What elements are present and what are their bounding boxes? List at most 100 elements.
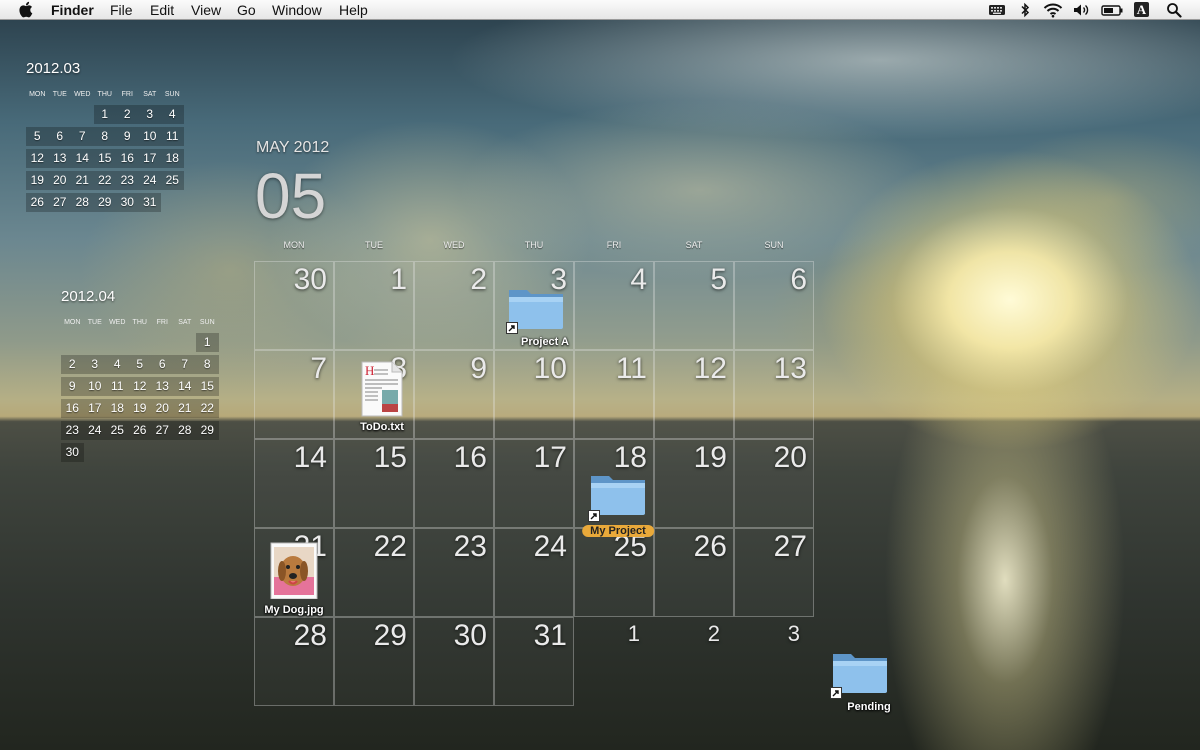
wifi-icon[interactable] xyxy=(1043,2,1063,18)
mini-day-cell[interactable]: 14 xyxy=(173,377,196,396)
mini-day-cell[interactable]: 25 xyxy=(106,421,129,440)
menu-go[interactable]: Go xyxy=(237,1,256,19)
mini-day-cell[interactable]: 4 xyxy=(106,355,129,374)
app-menu-finder[interactable]: Finder xyxy=(51,1,94,19)
mini-day-cell[interactable]: 8 xyxy=(93,127,116,146)
mini-day-cell[interactable]: 6 xyxy=(48,127,71,146)
day-cell[interactable]: 5 xyxy=(654,261,734,350)
mini-day-cell[interactable]: 21 xyxy=(71,171,94,190)
mini-day-cell[interactable]: 5 xyxy=(128,355,151,374)
mini-day-cell[interactable]: 11 xyxy=(106,377,129,396)
pending-folder[interactable]: Pending xyxy=(829,648,891,716)
mini-day-cell[interactable]: 9 xyxy=(61,377,84,396)
day-cell[interactable]: 13 xyxy=(734,350,814,439)
mini-day-cell[interactable]: 16 xyxy=(116,149,139,168)
mini-day-cell[interactable]: 29 xyxy=(196,421,219,440)
mini-day-cell[interactable]: 6 xyxy=(151,355,174,374)
mini-day-cell[interactable]: 30 xyxy=(61,443,84,462)
mini-day-cell[interactable]: 26 xyxy=(128,421,151,440)
day-cell[interactable]: 24 xyxy=(494,528,574,617)
mini-day-cell[interactable]: 20 xyxy=(48,171,71,190)
mini-day-cell[interactable]: 3 xyxy=(138,105,161,124)
day-cell[interactable]: 30 xyxy=(414,617,494,706)
day-cell[interactable]: 23 xyxy=(414,528,494,617)
mini-day-cell[interactable]: 1 xyxy=(196,333,219,352)
spotlight-icon[interactable] xyxy=(1166,2,1182,18)
mini-day-cell[interactable]: 2 xyxy=(61,355,84,374)
mini-day-cell[interactable]: 12 xyxy=(26,149,49,168)
mini-day-cell[interactable]: 16 xyxy=(61,399,84,418)
mini-day-cell[interactable]: 10 xyxy=(138,127,161,146)
mini-day-cell[interactable]: 23 xyxy=(61,421,84,440)
todo-file[interactable]: H ToDo.txt xyxy=(357,360,407,434)
mini-day-cell[interactable]: 26 xyxy=(26,193,49,212)
next-month-day-cell[interactable]: 2 xyxy=(654,617,734,706)
mini-day-cell[interactable]: 17 xyxy=(138,149,161,168)
day-cell[interactable]: 26 xyxy=(654,528,734,617)
mini-day-cell[interactable]: 2 xyxy=(116,105,139,124)
day-cell[interactable]: 19 xyxy=(654,439,734,528)
day-cell[interactable]: 29 xyxy=(334,617,414,706)
day-cell[interactable]: 20 xyxy=(734,439,814,528)
mini-day-cell[interactable]: 15 xyxy=(196,377,219,396)
my-project-folder[interactable]: My Project xyxy=(582,470,654,540)
menu-file[interactable]: File xyxy=(110,1,133,19)
day-cell[interactable]: 6 xyxy=(734,261,814,350)
mini-day-cell[interactable]: 3 xyxy=(83,355,106,374)
mini-day-cell[interactable]: 25 xyxy=(161,171,184,190)
mini-day-cell[interactable]: 31 xyxy=(138,193,161,212)
menu-help[interactable]: Help xyxy=(339,1,368,19)
day-cell[interactable]: 1 xyxy=(334,261,414,350)
day-cell[interactable]: 16 xyxy=(414,439,494,528)
mini-day-cell[interactable]: 19 xyxy=(128,399,151,418)
day-cell[interactable]: 12 xyxy=(654,350,734,439)
mini-day-cell[interactable]: 13 xyxy=(48,149,71,168)
mini-day-cell[interactable]: 22 xyxy=(93,171,116,190)
mini-day-cell[interactable]: 8 xyxy=(196,355,219,374)
mini-day-cell[interactable]: 24 xyxy=(138,171,161,190)
bluetooth-icon[interactable] xyxy=(1020,2,1030,18)
day-cell[interactable]: 11 xyxy=(574,350,654,439)
mini-day-cell[interactable]: 18 xyxy=(161,149,184,168)
day-cell[interactable]: 28 xyxy=(254,617,334,706)
day-cell[interactable]: 15 xyxy=(334,439,414,528)
mini-day-cell[interactable]: 5 xyxy=(26,127,49,146)
apple-icon[interactable] xyxy=(18,1,33,18)
mini-day-cell[interactable]: 1 xyxy=(93,105,116,124)
day-cell[interactable]: 17 xyxy=(494,439,574,528)
mini-day-cell[interactable]: 24 xyxy=(83,421,106,440)
mini-day-cell[interactable]: 28 xyxy=(71,193,94,212)
mini-day-cell[interactable]: 9 xyxy=(116,127,139,146)
mini-day-cell[interactable]: 19 xyxy=(26,171,49,190)
mini-day-cell[interactable]: 7 xyxy=(173,355,196,374)
next-month-day-cell[interactable]: 1 xyxy=(574,617,654,706)
day-cell[interactable]: 27 xyxy=(734,528,814,617)
mini-day-cell[interactable]: 13 xyxy=(151,377,174,396)
menu-edit[interactable]: Edit xyxy=(150,1,174,19)
mini-day-cell[interactable]: 15 xyxy=(93,149,116,168)
next-month-day-cell[interactable]: 3 xyxy=(734,617,814,706)
my-dog-image-file[interactable]: My Dog.jpg xyxy=(264,541,324,617)
day-cell[interactable]: 31 xyxy=(494,617,574,706)
keyboard-icon[interactable] xyxy=(988,2,1006,18)
mini-day-cell[interactable]: 27 xyxy=(151,421,174,440)
project-a-folder[interactable]: Project A xyxy=(505,284,569,350)
mini-day-cell[interactable]: 22 xyxy=(196,399,219,418)
mini-day-cell[interactable]: 30 xyxy=(116,193,139,212)
mini-day-cell[interactable]: 4 xyxy=(161,105,184,124)
mini-day-cell[interactable]: 7 xyxy=(71,127,94,146)
mini-day-cell[interactable]: 21 xyxy=(173,399,196,418)
mini-day-cell[interactable]: 17 xyxy=(83,399,106,418)
volume-icon[interactable] xyxy=(1073,2,1090,18)
mini-day-cell[interactable]: 23 xyxy=(116,171,139,190)
menu-view[interactable]: View xyxy=(191,1,221,19)
mini-day-cell[interactable]: 27 xyxy=(48,193,71,212)
mini-day-cell[interactable]: 11 xyxy=(161,127,184,146)
mini-day-cell[interactable]: 29 xyxy=(93,193,116,212)
day-cell[interactable]: 14 xyxy=(254,439,334,528)
mini-day-cell[interactable]: 20 xyxy=(151,399,174,418)
menu-window[interactable]: Window xyxy=(272,1,322,19)
mini-day-cell[interactable]: 28 xyxy=(173,421,196,440)
mini-day-cell[interactable]: 10 xyxy=(83,377,106,396)
input-source-icon[interactable]: A xyxy=(1134,2,1149,17)
